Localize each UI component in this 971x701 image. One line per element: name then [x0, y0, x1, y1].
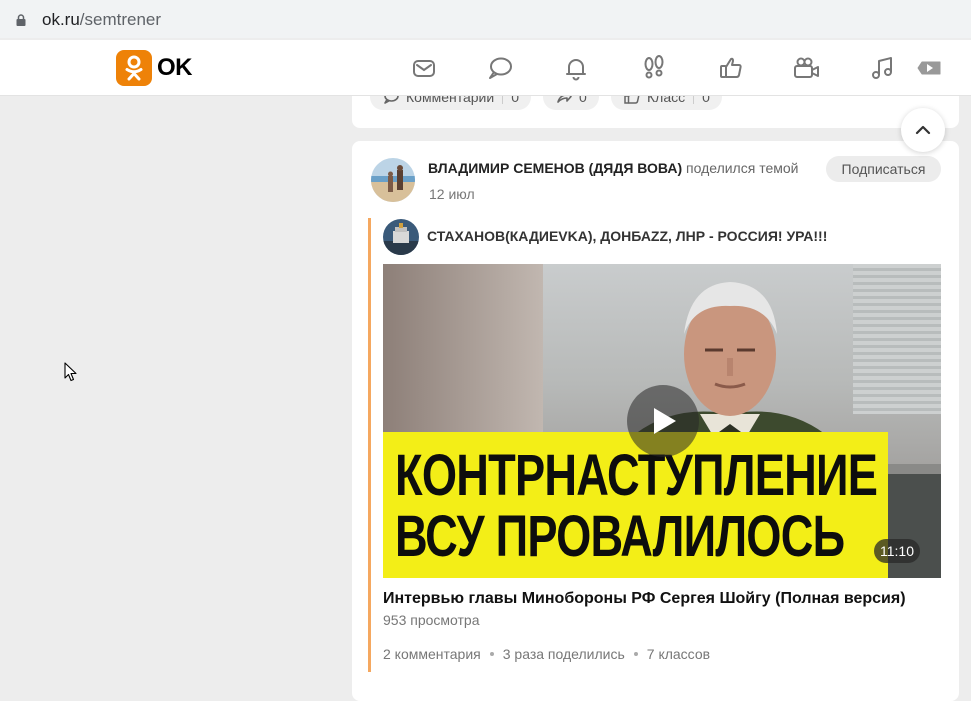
top-navigation: OK [0, 40, 971, 96]
group-avatar[interactable] [383, 219, 419, 255]
play-button[interactable] [627, 385, 699, 457]
url-text[interactable]: ok.ru/semtrener [42, 10, 161, 30]
like-icon[interactable] [717, 54, 745, 82]
post-date: 12 июл [429, 186, 475, 202]
subscribe-button[interactable]: Подписаться [826, 156, 941, 182]
ok-logo-icon [116, 50, 152, 86]
video-duration: 11:10 [874, 539, 920, 563]
browser-address-bar: ok.ru/semtrener [0, 0, 971, 38]
shares-link[interactable]: 3 раза поделились [503, 646, 625, 662]
comments-link[interactable]: 2 комментария [383, 646, 481, 662]
likes-link[interactable]: 7 классов [647, 646, 710, 662]
video-views: 953 просмотра [383, 612, 480, 628]
lock-icon [16, 14, 26, 26]
url-path: /semtrener [79, 10, 162, 29]
ok-logo[interactable]: OK [116, 50, 193, 86]
chevron-up-icon [915, 125, 931, 135]
author-name[interactable]: ВЛАДИМИР СЕМЕНОВ (ДЯДЯ ВОВА) [428, 160, 682, 176]
video-title[interactable]: Интервью главы Минобороны РФ Сергея Шойг… [383, 590, 906, 608]
video-player[interactable]: КОНТРНАСТУПЛЕНИЕ ВСУ ПРОВАЛИЛОСЬ 11:10 [383, 264, 941, 578]
mouse-cursor-icon [64, 362, 77, 382]
scroll-to-top-button[interactable] [901, 108, 945, 152]
logo-text: OK [157, 54, 193, 81]
bell-icon[interactable] [562, 54, 590, 82]
video-banner-line-2: ВСУ ПРОВАЛИЛОСЬ [395, 504, 845, 569]
video-play-icon[interactable] [914, 54, 942, 82]
post-stats: 2 комментария 3 раза поделились 7 классов [383, 646, 710, 662]
shared-quote-bar [368, 218, 371, 672]
chat-icon[interactable] [486, 54, 514, 82]
guests-icon[interactable] [640, 54, 668, 82]
video-camera-icon[interactable] [792, 54, 820, 82]
url-host: ok.ru [42, 10, 80, 29]
play-icon [654, 408, 676, 434]
mail-icon[interactable] [410, 54, 438, 82]
url-bar[interactable]: ok.ru/semtrener [4, 2, 967, 35]
group-name[interactable]: СТАХАНОВ(КАДИЕVKA), ДОНБАZZ, ЛНР - РОССИ… [427, 228, 827, 244]
author-action: поделился темой [686, 160, 799, 176]
post-author-line: ВЛАДИМИР СЕМЕНОВ (ДЯДЯ ВОВА) поделился т… [428, 160, 798, 176]
music-icon[interactable] [869, 54, 897, 82]
video-banner-line-1: КОНТРНАСТУПЛЕНИЕ [395, 443, 878, 508]
author-avatar[interactable] [371, 158, 415, 202]
